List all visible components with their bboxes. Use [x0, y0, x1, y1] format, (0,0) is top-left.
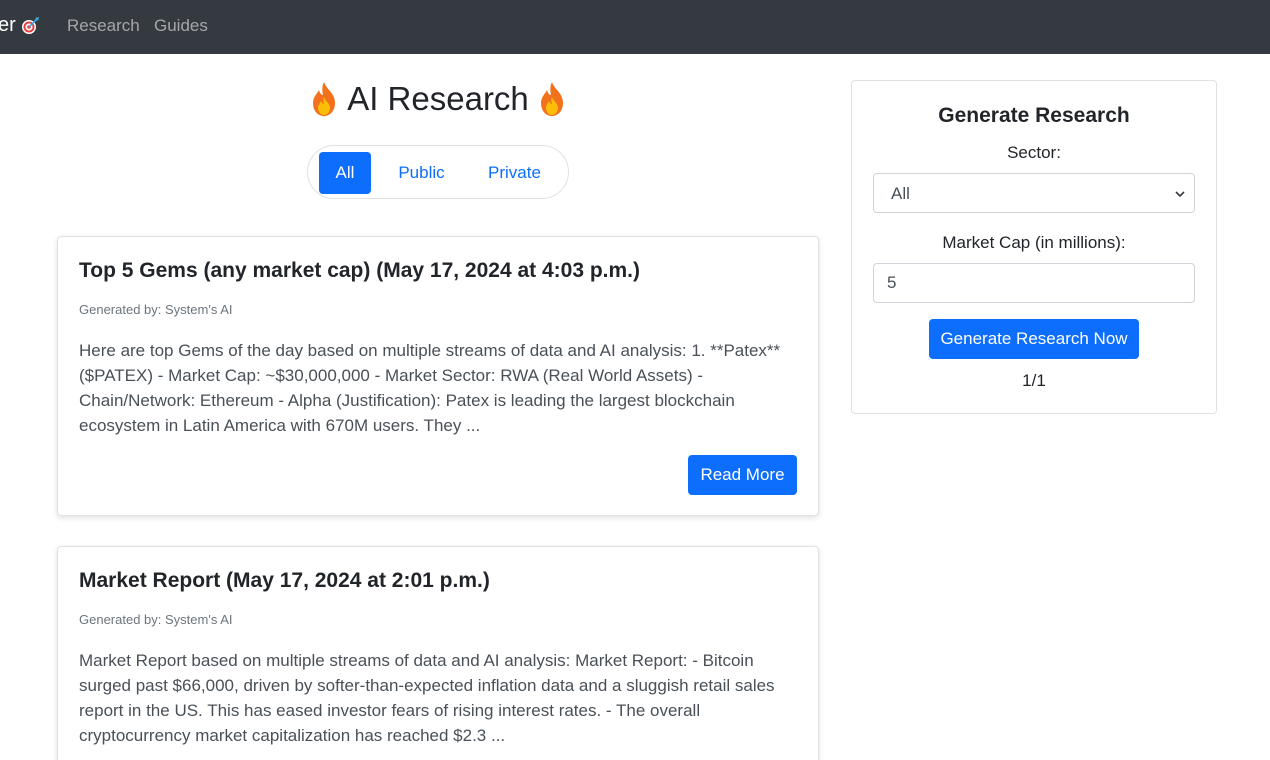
fire-icon [537, 81, 567, 117]
card-title: Market Report (May 17, 2024 at 2:01 p.m.… [79, 569, 490, 592]
brand-text[interactable]: er [0, 14, 16, 37]
fire-icon [309, 81, 339, 117]
card-summary: Market Report based on multiple streams … [79, 651, 775, 745]
filter-private[interactable]: Private [477, 152, 552, 194]
visibility-filter: All Public Private [307, 145, 569, 199]
research-card: Top 5 Gems (any market cap) (May 17, 202… [57, 236, 819, 516]
card-summary: Here are top Gems of the day based on mu… [79, 341, 781, 435]
card-title: Top 5 Gems (any market cap) (May 17, 202… [79, 259, 641, 282]
chevron-down-icon[interactable] [1174, 187, 1186, 199]
filter-all[interactable]: All [319, 152, 371, 194]
research-card: Market Report (May 17, 2024 at 2:01 p.m.… [57, 546, 819, 760]
usage-counter: 1/1 [1022, 371, 1046, 390]
brand[interactable]: er [0, 14, 40, 37]
sector-select-value[interactable]: All [891, 184, 910, 204]
target-dart-icon[interactable] [20, 16, 40, 36]
panel-title: Generate Research [938, 104, 1130, 127]
read-more-button[interactable]: Read More [688, 455, 797, 495]
nav-link-research[interactable]: Research [67, 16, 140, 36]
market-cap-label: Market Cap (in millions): [942, 233, 1126, 252]
market-cap-input[interactable] [873, 263, 1195, 303]
sector-select[interactable]: All [873, 173, 1195, 213]
filter-public[interactable]: Public [388, 152, 455, 194]
nav-link-guides[interactable]: Guides [154, 16, 208, 36]
page-title: AI Research [240, 80, 636, 118]
generate-research-button[interactable]: Generate Research Now [929, 319, 1139, 359]
sector-label: Sector: [1007, 143, 1061, 162]
page-title-text: AI Research [347, 80, 529, 117]
card-meta: Generated by: System's AI [79, 612, 233, 627]
card-meta: Generated by: System's AI [79, 302, 233, 317]
top-navbar: er Research Guides [0, 0, 1270, 54]
generate-research-panel: Generate Research Sector: All Market Cap… [851, 80, 1217, 414]
